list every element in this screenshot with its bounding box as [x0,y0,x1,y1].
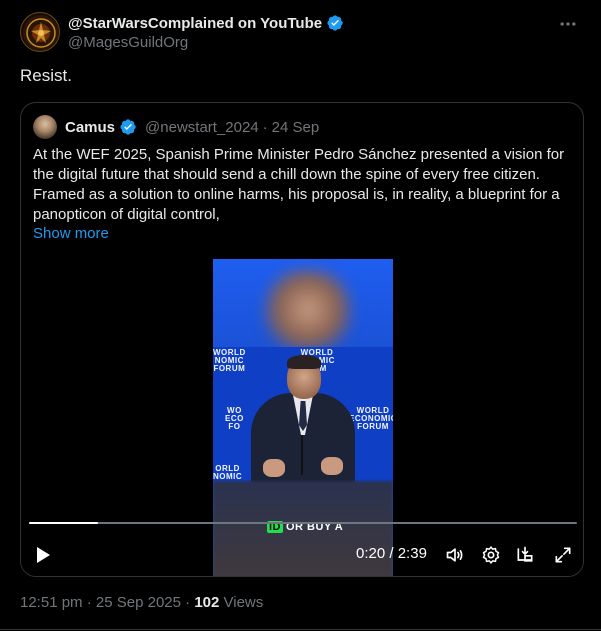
wef-logo-right-mid: WORLD ECONOMIC FORUM [349,406,393,431]
speaker-hand-left [263,459,285,477]
time-current: 0:20 [356,545,386,562]
wef-logo-left-mid: WO ECO FO [225,406,244,431]
time-total: 2:39 [397,545,427,562]
time-separator: / [389,545,394,562]
separator-dot: · [185,594,191,611]
separator-dot: · [86,594,92,611]
tweet-time[interactable]: 12:51 pm [20,594,83,611]
blurred-face [263,269,353,359]
volume-icon[interactable] [445,545,465,565]
video-progress-fill[interactable] [29,522,99,524]
wef-logo-left-top: WORLD NOMIC FORUM [213,348,246,373]
speaker-hand-right [321,457,343,475]
gear-icon[interactable] [481,545,501,565]
quoted-tweet-header: Camus @newstart_2024 · 24 Sep [33,115,319,139]
quoted-tweet-text: At the WEF 2025, Spanish Prime Minister … [33,146,565,223]
tweet-header: @StarWarsComplained on YouTube @MagesGui… [20,12,580,56]
verified-badge-icon [120,119,136,135]
verified-badge-icon [327,15,343,31]
wef-logo-left-bottom: ORLD NOMIC [213,464,243,481]
quoted-tweet[interactable]: Camus @newstart_2024 · 24 Sep At the WEF… [20,102,584,577]
views-count: 102 [194,594,220,611]
show-more-link[interactable]: Show more [33,225,109,242]
tweet-meta: 12:51 pm · 25 Sep 2025 · 102 Views [20,594,263,611]
quoted-date: 24 Sep [271,118,320,136]
views-label: Views [223,594,264,611]
quoted-author-name: Camus [65,118,116,136]
author-name-row[interactable]: @StarWarsComplained on YouTube [68,14,344,32]
tweet-date[interactable]: 25 Sep 2025 [96,594,181,611]
author-display-name[interactable]: @StarWarsComplained on YouTube [68,15,322,32]
tweet-text: Resist. [20,66,72,85]
fullscreen-icon[interactable] [553,545,573,565]
microphone [301,435,303,475]
author-handle[interactable]: @MagesGuildOrg [68,34,188,51]
author-avatar-image [23,15,59,51]
bottom-divider [0,629,601,630]
author-avatar[interactable] [20,12,60,52]
quoted-author-avatar [33,115,57,139]
quoted-author-handle: @newstart_2024 [145,118,259,136]
video-time: 0:20 / 2:39 [356,545,427,562]
video-controls: 0:20 / 2:39 [21,541,583,571]
video-progress-track[interactable] [29,522,577,524]
picture-in-picture-icon[interactable] [515,545,535,565]
speaker-hair [287,355,321,369]
play-icon[interactable] [33,545,53,565]
more-horizontal-icon[interactable] [556,14,580,38]
video-player[interactable]: WORLD NOMIC FORUM WORLD ONOMIC RUM WO EC… [21,259,583,576]
separator-dot: · [262,118,268,136]
